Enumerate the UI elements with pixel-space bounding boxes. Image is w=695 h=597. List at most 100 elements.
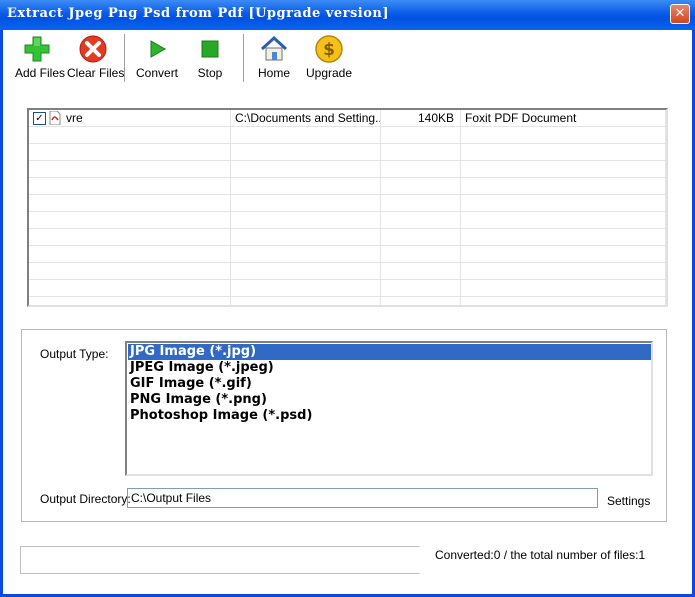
status-text: Converted:0 / the total number of files:…	[435, 548, 646, 562]
svg-text:$: $	[323, 40, 335, 60]
upgrade-label: Upgrade	[306, 66, 353, 80]
file-cell-path	[231, 161, 381, 178]
file-cell-type	[461, 144, 666, 161]
settings-button[interactable]: Settings	[607, 494, 650, 508]
file-cell-path	[231, 178, 381, 195]
file-cell-name	[29, 212, 231, 229]
file-type: Foxit PDF Document	[465, 111, 577, 125]
file-cell-size	[381, 280, 461, 297]
file-cell-size	[381, 229, 461, 246]
file-row	[29, 212, 666, 229]
output-type-option[interactable]: JPG Image (*.jpg)	[128, 344, 651, 360]
file-name: vre	[66, 111, 83, 125]
output-type-option[interactable]: JPEG Image (*.jpeg)	[128, 360, 651, 376]
file-cell-name	[29, 263, 231, 280]
file-cell-type	[461, 246, 666, 263]
clear-x-icon	[79, 35, 107, 63]
file-cell-size: 140KB	[381, 110, 461, 127]
output-directory-field[interactable]: C:\Output Files	[127, 488, 598, 508]
close-button[interactable]: ✕	[670, 4, 690, 24]
plus-icon	[24, 36, 50, 62]
file-row	[29, 280, 666, 297]
stop-icon	[201, 40, 219, 58]
window-title: Extract Jpeg Png Psd from Pdf [Upgrade v…	[7, 6, 389, 21]
output-type-option[interactable]: PNG Image (*.png)	[128, 392, 651, 408]
progress-bar	[20, 546, 420, 574]
home-button[interactable]: Home	[256, 34, 292, 84]
stop-button[interactable]: Stop	[194, 34, 226, 84]
file-cell-path	[231, 144, 381, 161]
output-type-option[interactable]: Photoshop Image (*.psd)	[128, 408, 651, 424]
output-type-listbox[interactable]: JPG Image (*.jpg) JPEG Image (*.jpeg) GIF …	[125, 341, 653, 476]
file-cell-path	[231, 246, 381, 263]
file-cell-path	[231, 229, 381, 246]
output-type-label: Output Type:	[40, 347, 109, 361]
title-bar[interactable]: Extract Jpeg Png Psd from Pdf [Upgrade v…	[0, 0, 695, 30]
upgrade-button[interactable]: $ Upgrade	[306, 34, 352, 84]
stop-label: Stop	[197, 66, 223, 80]
file-cell-size	[381, 297, 461, 305]
file-cell-type	[461, 229, 666, 246]
file-cell-size	[381, 127, 461, 144]
output-directory-label: Output Directory:	[40, 492, 131, 506]
file-cell-name: ✓ vre	[29, 110, 231, 127]
file-cell-size	[381, 212, 461, 229]
clear-files-button[interactable]: Clear Files	[67, 34, 125, 84]
file-row	[29, 297, 666, 305]
file-cell-name	[29, 229, 231, 246]
home-icon	[260, 35, 288, 61]
file-cell-path	[231, 297, 381, 305]
file-cell-type	[461, 195, 666, 212]
file-cell-size	[381, 263, 461, 280]
file-cell-type	[461, 178, 666, 195]
file-cell-type	[461, 297, 666, 305]
file-path: C:\Documents and Setting...	[235, 111, 381, 125]
file-cell-size	[381, 178, 461, 195]
file-cell-path: C:\Documents and Setting...	[231, 110, 381, 127]
file-cell-name	[29, 127, 231, 144]
file-cell-name	[29, 178, 231, 195]
output-type-option[interactable]: GIF Image (*.gif)	[128, 376, 651, 392]
file-cell-size	[381, 144, 461, 161]
home-label: Home	[257, 66, 290, 80]
file-row	[29, 246, 666, 263]
toolbar-separator	[124, 34, 126, 82]
file-row	[29, 178, 666, 195]
add-files-button[interactable]: Add Files	[15, 34, 66, 84]
file-cell-size	[381, 195, 461, 212]
file-cell-path	[231, 127, 381, 144]
clear-files-label: Clear Files	[67, 66, 125, 80]
toolbar-separator	[243, 34, 245, 82]
file-row[interactable]: ✓ vre C:\Documents and Setting... 140KB Foxi…	[29, 110, 666, 127]
file-cell-type	[461, 212, 666, 229]
file-list[interactable]: ✓ vre C:\Documents and Setting... 140KB Foxi…	[27, 108, 668, 307]
file-checkbox[interactable]: ✓	[33, 112, 46, 125]
file-row	[29, 263, 666, 280]
file-cell-name	[29, 161, 231, 178]
file-cell-type	[461, 280, 666, 297]
file-cell-size	[381, 246, 461, 263]
file-cell-type	[461, 161, 666, 178]
file-cell-name	[29, 280, 231, 297]
add-files-label: Add Files	[15, 66, 66, 80]
toolbar: Add Files Clear Files Convert Stop Home …	[3, 30, 692, 86]
file-size: 140KB	[417, 111, 454, 125]
file-cell-path	[231, 212, 381, 229]
file-cell-path	[231, 263, 381, 280]
file-cell-name	[29, 195, 231, 212]
play-icon	[150, 40, 167, 58]
file-cell-path	[231, 195, 381, 212]
file-row	[29, 229, 666, 246]
file-cell-type	[461, 263, 666, 280]
file-cell-name	[29, 297, 231, 305]
file-cell-name	[29, 144, 231, 161]
convert-button[interactable]: Convert	[136, 34, 178, 84]
file-row	[29, 127, 666, 144]
pdf-file-icon	[49, 110, 61, 127]
file-cell-name	[29, 246, 231, 263]
dollar-coin-icon: $	[315, 35, 343, 63]
file-row	[29, 161, 666, 178]
file-cell-path	[231, 280, 381, 297]
file-cell-size	[381, 161, 461, 178]
file-cell-type	[461, 127, 666, 144]
